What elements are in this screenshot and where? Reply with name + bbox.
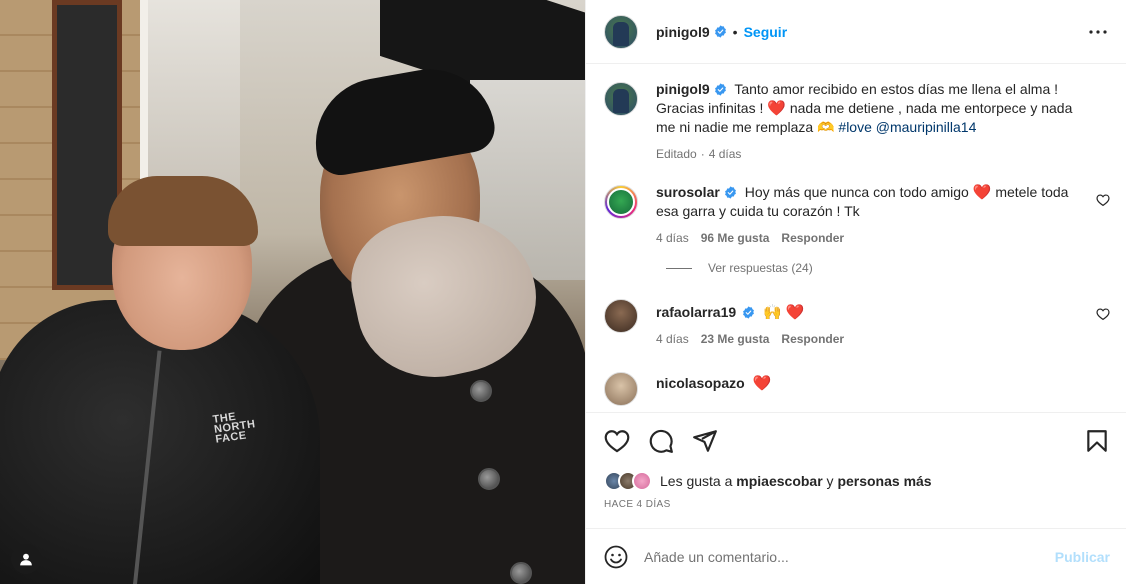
comment-time[interactable]: 4 días xyxy=(656,231,689,245)
comment-text: nicolasopazo ❤️ xyxy=(656,374,1080,393)
hashtag-link[interactable]: #love xyxy=(838,119,871,135)
user-tag-button[interactable] xyxy=(11,544,41,574)
comments-list[interactable]: pinigol9 Tanto amor recibido en estos dí… xyxy=(586,64,1126,412)
caption-text: pinigol9 Tanto amor recibido en estos dí… xyxy=(656,80,1080,137)
comment-username[interactable]: surosolar xyxy=(656,184,720,200)
other-likers-link[interactable]: personas más xyxy=(837,473,931,489)
coat-button xyxy=(478,468,500,490)
comment-body: nicolasopazo ❤️ xyxy=(656,370,1110,406)
comment-username[interactable]: nicolasopazo xyxy=(656,375,745,391)
avatar[interactable] xyxy=(604,299,638,333)
comment-text: rafaolarra19 🙌 ❤️ xyxy=(656,303,1080,322)
caption: pinigol9 Tanto amor recibido en estos dí… xyxy=(604,80,1110,161)
likes-conj: y xyxy=(826,473,834,489)
post-photo[interactable]: THE NORTH FACE xyxy=(0,0,585,584)
save-icon[interactable] xyxy=(1084,428,1110,454)
verified-icon xyxy=(724,186,736,199)
comment-time[interactable]: 4 días xyxy=(656,332,689,346)
more-icon xyxy=(1089,29,1107,34)
reply-button[interactable]: Responder xyxy=(781,332,844,346)
action-icons xyxy=(604,427,1110,455)
mention-link[interactable]: @mauripinilla14 xyxy=(876,119,977,135)
likes-summary: Les gusta a mpiaescobar y personas más xyxy=(604,471,1110,491)
meta-separator: · xyxy=(700,147,705,161)
comment-meta: 4 días 23 Me gusta Responder xyxy=(656,332,1080,346)
post-actions: Les gusta a mpiaescobar y personas más H… xyxy=(586,412,1126,528)
heart-icon[interactable] xyxy=(1096,193,1110,207)
caption-body: pinigol9 Tanto amor recibido en estos dí… xyxy=(656,80,1110,161)
separator-dot: • xyxy=(732,23,738,40)
more-options-button[interactable] xyxy=(1086,20,1110,44)
liker-avatar xyxy=(632,471,652,491)
comment-meta: 4 días 96 Me gusta Responder xyxy=(656,231,1080,245)
comment-body: rafaolarra19 🙌 ❤️ 4 días 23 Me gusta Res… xyxy=(656,297,1110,346)
comment-icon[interactable] xyxy=(648,428,674,454)
verified-icon xyxy=(714,83,726,96)
caption-time[interactable]: 4 días xyxy=(709,147,742,161)
comment-username[interactable]: rafaolarra19 xyxy=(656,304,736,320)
avatar[interactable] xyxy=(604,82,638,116)
emoji-icon[interactable] xyxy=(604,545,628,569)
reply-button[interactable]: Responder xyxy=(781,231,844,245)
likes-prefix: Les gusta a xyxy=(660,473,733,489)
post-side-panel: pinigol9 • Seguir pinigol9 Tanto amor re… xyxy=(585,0,1126,584)
verified-icon xyxy=(714,25,726,38)
post-header: pinigol9 • Seguir xyxy=(586,0,1126,64)
chalkboard-menu xyxy=(52,0,122,290)
comment-text: surosolar Hoy más que nunca con todo ami… xyxy=(656,183,1080,221)
avatar[interactable] xyxy=(604,14,638,49)
comment-likes[interactable]: 23 Me gusta xyxy=(701,332,770,346)
heart-emoji: ❤️ xyxy=(767,100,786,117)
add-comment-bar: Publicar xyxy=(586,528,1126,584)
follow-button[interactable]: Seguir xyxy=(744,24,788,40)
comment-emoji: 🙌 ❤️ xyxy=(763,304,805,321)
post-timestamp[interactable]: Hace 4 días xyxy=(604,499,1110,510)
comment-item: surosolar Hoy más que nunca con todo ami… xyxy=(604,183,1110,245)
heart-icon[interactable] xyxy=(604,428,630,454)
author-username[interactable]: pinigol9 xyxy=(656,24,710,40)
comment-item: rafaolarra19 🙌 ❤️ 4 días 23 Me gusta Res… xyxy=(604,297,1110,346)
view-replies-label: Ver respuestas (24) xyxy=(708,261,813,275)
share-icon[interactable] xyxy=(692,428,718,454)
heart-icon[interactable] xyxy=(1096,307,1110,321)
likes-text: Les gusta a mpiaescobar y personas más xyxy=(660,473,932,489)
jacket-logo: THE NORTH FACE xyxy=(211,410,257,446)
liker-username[interactable]: mpiaescobar xyxy=(736,473,822,489)
publish-button[interactable]: Publicar xyxy=(1055,549,1110,565)
avatar[interactable] xyxy=(604,372,638,406)
caption-username[interactable]: pinigol9 xyxy=(656,81,710,97)
heart-emoji: ❤️ xyxy=(972,184,992,201)
comment-likes[interactable]: 96 Me gusta xyxy=(701,231,770,245)
coat-button xyxy=(470,380,492,402)
comment-emoji: ❤️ xyxy=(752,375,772,392)
comment-input[interactable] xyxy=(644,548,1055,565)
coat-button xyxy=(510,562,532,584)
shop-window xyxy=(140,0,240,200)
view-replies-button[interactable]: Ver respuestas (24) xyxy=(666,261,1110,275)
caption-meta: Editado · 4 días xyxy=(656,147,1080,161)
avatar[interactable] xyxy=(604,185,638,219)
comment-body: surosolar Hoy más que nunca con todo ami… xyxy=(656,183,1110,245)
replies-line xyxy=(666,267,692,269)
verified-icon xyxy=(743,306,755,319)
comment-item: nicolasopazo ❤️ xyxy=(604,370,1110,406)
user-tag-icon xyxy=(20,553,32,566)
edited-label: Editado xyxy=(656,147,697,161)
boy-hair xyxy=(108,176,258,246)
post-modal: THE NORTH FACE pinigol9 • Seguir pinigol… xyxy=(0,0,1126,584)
comment-text-part1: Hoy más que nunca con todo amigo xyxy=(744,184,969,200)
